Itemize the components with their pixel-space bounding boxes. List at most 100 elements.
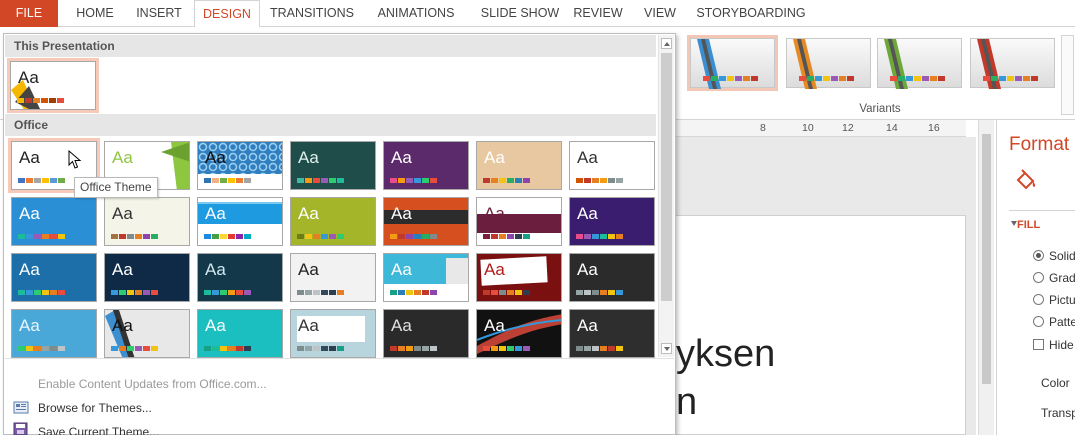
theme-color-swatches: [576, 290, 623, 295]
browse-for-themes-item[interactable]: Browse for Themes...: [38, 401, 152, 415]
theme-thumbnail[interactable]: Aa: [569, 253, 655, 302]
variant-thumbnail[interactable]: [877, 38, 962, 89]
gallery-menu: Enable Content Updates from Office.com..…: [5, 358, 674, 435]
theme-thumbnail[interactable]: Aa: [290, 197, 376, 246]
fill-option-radio[interactable]: [1033, 272, 1044, 283]
theme-sample-text: Aa: [391, 316, 412, 335]
theme-color-swatches: [111, 234, 158, 239]
theme-sample-text: Aa: [484, 316, 505, 335]
paint-bucket-icon[interactable]: [1013, 168, 1039, 194]
theme-sample-text: Aa: [484, 204, 505, 223]
theme-thumbnail[interactable]: Aa: [569, 141, 655, 190]
tab-design[interactable]: DESIGN: [194, 0, 260, 28]
theme-thumbnail[interactable]: Aa: [197, 253, 283, 302]
theme-sample-text: Aa: [577, 204, 598, 223]
theme-thumbnail[interactable]: Aa: [104, 309, 190, 358]
fill-option-label: Pictu: [1049, 293, 1075, 307]
fill-section-header[interactable]: FILL: [1017, 219, 1040, 231]
scroll-down-icon[interactable]: [661, 343, 672, 354]
theme-thumbnail[interactable]: Aa: [197, 197, 283, 246]
theme-sample-text: Aa: [391, 204, 412, 223]
theme-thumbnail[interactable]: Aa: [11, 197, 97, 246]
format-background-pane: Format FILL Solid Grad Pictu Patte Hide Col…: [996, 120, 1075, 435]
variant-color-swatches: [703, 76, 758, 81]
theme-color-swatches: [204, 234, 251, 239]
hide-background-checkbox[interactable]: [1033, 339, 1044, 350]
tab-review[interactable]: REVIEW: [566, 0, 630, 27]
this-presentation-header: This Presentation: [5, 35, 656, 57]
theme-thumbnail[interactable]: Aa: [383, 309, 469, 358]
theme-thumbnail[interactable]: Aa: [104, 253, 190, 302]
theme-sample-text: Aa: [298, 260, 319, 279]
fill-option-radio[interactable]: [1033, 316, 1044, 327]
theme-color-swatches: [390, 178, 437, 183]
slide-title-text[interactable]: yksen: [676, 333, 775, 376]
pane-title: Format: [1009, 134, 1070, 155]
tab-transitions[interactable]: TRANSITIONS: [262, 0, 362, 27]
theme-color-swatches: [297, 178, 344, 183]
theme-thumbnail[interactable]: Aa: [290, 253, 376, 302]
pane-divider: [1009, 210, 1075, 211]
variant-ribbon-shape: [884, 39, 908, 89]
theme-color-swatches: [204, 346, 251, 351]
slide-subtitle-text[interactable]: n: [676, 381, 697, 424]
theme-color-swatches: [390, 346, 437, 351]
slide-vertical-scrollbar[interactable]: [978, 120, 994, 435]
theme-thumbnail[interactable]: Aa: [197, 141, 283, 190]
theme-thumbnail[interactable]: Aa: [104, 197, 190, 246]
tab-animations[interactable]: ANIMATIONS: [366, 0, 466, 27]
theme-sample-text: Aa: [298, 204, 319, 223]
scrollbar-thumb[interactable]: [661, 53, 672, 301]
slide-canvas[interactable]: yksen n: [676, 215, 966, 435]
gallery-scrollbar[interactable]: [658, 35, 674, 357]
tab-home[interactable]: HOME: [64, 0, 126, 27]
theme-thumbnail[interactable]: Aa: [569, 309, 655, 358]
fill-option-radio[interactable]: [1033, 294, 1044, 305]
theme-thumbnail[interactable]: Aa: [290, 309, 376, 358]
theme-sample-text: Aa: [298, 148, 319, 167]
variant-ribbon-shape: [977, 39, 1001, 89]
mouse-cursor-icon: [68, 150, 82, 169]
variant-thumbnail[interactable]: [687, 35, 778, 91]
theme-thumbnail[interactable]: Aa: [569, 197, 655, 246]
tab-storyboarding[interactable]: STORYBOARDING: [690, 0, 812, 27]
theme-thumbnail[interactable]: Aa: [11, 309, 97, 358]
theme-sample-text: Aa: [577, 148, 598, 167]
theme-sample-text: Aa: [19, 316, 40, 335]
variant-color-swatches: [890, 76, 945, 81]
theme-thumbnail[interactable]: Aa: [476, 253, 562, 302]
tab-slide-show[interactable]: SLIDE SHOW: [470, 0, 570, 27]
theme-sample-text: Aa: [391, 148, 412, 167]
theme-sample-text: Aa: [19, 204, 40, 223]
theme-thumbnail[interactable]: Aa: [476, 309, 562, 358]
theme-thumbnail[interactable]: Aa: [476, 141, 562, 190]
theme-thumbnail[interactable]: Aa: [383, 197, 469, 246]
theme-color-swatches: [576, 346, 623, 351]
tab-insert[interactable]: INSERT: [128, 0, 190, 27]
save-current-theme-item[interactable]: Save Current Theme...: [38, 425, 159, 435]
save-theme-icon: [13, 422, 28, 435]
theme-thumbnail[interactable]: Aa: [383, 253, 469, 302]
theme-sample-text: Aa: [19, 148, 40, 167]
theme-color-swatches: [18, 178, 65, 183]
variant-thumbnail[interactable]: [970, 38, 1055, 89]
theme-sample-text: Aa: [19, 260, 40, 279]
scroll-up-icon[interactable]: [661, 38, 672, 49]
tab-view[interactable]: VIEW: [636, 0, 684, 27]
theme-thumbnail[interactable]: Aa: [476, 197, 562, 246]
tab-file[interactable]: FILE: [0, 0, 58, 27]
theme-color-swatches: [18, 234, 65, 239]
theme-thumbnail[interactable]: Aa: [383, 141, 469, 190]
current-presentation-theme[interactable]: Aa: [7, 58, 99, 113]
theme-sample-text: Aa: [577, 260, 598, 279]
theme-thumbnail[interactable]: Aa: [290, 141, 376, 190]
variant-thumbnail[interactable]: [786, 38, 871, 89]
scrollbar-thumb[interactable]: [982, 134, 991, 384]
browse-themes-icon: [13, 401, 29, 414]
theme-thumbnail[interactable]: Aa: [197, 309, 283, 358]
theme-color-swatches: [576, 178, 623, 183]
fill-option-radio[interactable]: [1033, 250, 1044, 261]
ruler-number: 14: [886, 122, 898, 134]
theme-thumbnail[interactable]: Aa: [11, 253, 97, 302]
theme-color-swatches: [111, 346, 158, 351]
